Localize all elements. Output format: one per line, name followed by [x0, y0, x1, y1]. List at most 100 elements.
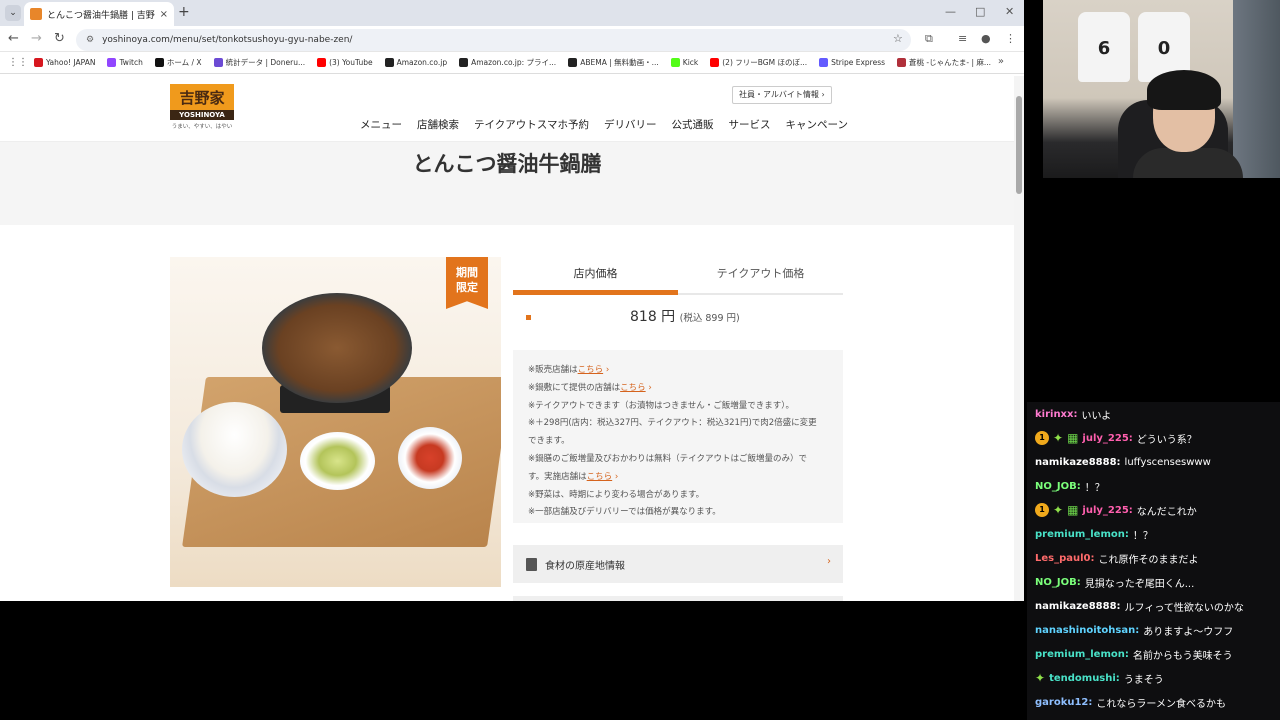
address-bar[interactable]: ⚙ yoshinoya.com/menu/set/tonkotsushoyu-g… [76, 29, 911, 51]
bookmark-item[interactable]: 蒼桃 -じゃんたま- | 麻... [897, 57, 991, 68]
recruit-link[interactable]: 社員・アルバイト情報 › [732, 86, 832, 104]
reload-icon[interactable]: ↻ [54, 31, 65, 46]
active-tab[interactable]: とんこつ醤油牛鍋膳 | 吉野家公式 × [24, 2, 174, 26]
bookmark-favicon-icon [568, 58, 578, 67]
bookmark-label: ABEMA | 無料動画・... [580, 58, 659, 67]
browser-window: ⌄ とんこつ醤油牛鍋膳 | 吉野家公式 × + — □ ✕ ← → ↻ ⚙ yo… [0, 0, 1024, 601]
bookmark-label: 統計データ | Doneru... [225, 58, 306, 67]
bookmark-favicon-icon [710, 58, 720, 67]
chat-text: どういう系？ [1136, 434, 1197, 446]
tab-strip: ⌄ とんこつ醤油牛鍋膳 | 吉野家公式 × + — □ ✕ [0, 0, 1024, 26]
nav-delivery[interactable]: デリバリー [604, 117, 657, 132]
bookmark-item[interactable]: Amazon.co.jp: プライ... [459, 57, 556, 68]
nabeshiki-link[interactable]: こちら [620, 383, 646, 393]
forward-icon[interactable]: → [31, 31, 42, 46]
bookmark-favicon-icon [317, 58, 327, 67]
tab-search-icon[interactable]: ⌄ [5, 5, 21, 21]
extensions-icon[interactable]: ⧉ [925, 32, 933, 46]
bookmark-item[interactable]: ABEMA | 無料動画・... [568, 57, 659, 68]
chat-username[interactable]: garoku12: [1035, 697, 1092, 708]
badge-line-1: 期間 [456, 266, 478, 279]
chat-username[interactable]: tendomushi: [1049, 673, 1120, 684]
note-1-text: ※販売店舗は [528, 365, 578, 375]
product-photo: 期間 限定 [170, 257, 501, 587]
bookmarks-bar: ⋮⋮ Yahoo! JAPAN Twitch ホーム / X 統計データ | Done… [0, 52, 1024, 74]
bookmark-item[interactable]: ホーム / X [154, 57, 202, 68]
bookmark-star-icon[interactable]: ☆ [893, 32, 903, 45]
chat-text: luffyscenseswww [1124, 456, 1211, 468]
chat-text: いいよ [1081, 410, 1112, 422]
chat-message: garoku12: これならラーメン食べるかも [1035, 690, 1226, 714]
curtain-shape [1233, 0, 1280, 178]
chevron-right-icon: › [605, 365, 610, 375]
note-2-text: ※鍋敷にて提供の店舗は [528, 382, 621, 393]
tab-close-icon[interactable]: × [160, 9, 168, 20]
new-tab-icon[interactable]: + [178, 4, 190, 20]
bookmark-favicon-icon [897, 58, 907, 67]
bookmark-item[interactable]: Twitch [107, 57, 143, 68]
chat-username[interactable]: NO_JOB: [1035, 481, 1081, 492]
tab-takeout-price[interactable]: テイクアウト価格 [678, 257, 843, 295]
webcam-overlay: 6 0 [1043, 0, 1280, 178]
ingredient-origin-button[interactable]: 食材の原産地情報 › [513, 545, 843, 583]
web-page: 吉野家 YOSHINOYA うまい、やすい、はやい 社員・アルバイト情報 › メ… [0, 76, 1014, 601]
bookmark-item[interactable]: Yahoo! JAPAN [34, 57, 95, 68]
price-bullet-icon [526, 315, 531, 320]
rice-bowl-shape [182, 402, 287, 497]
nav-takeout[interactable]: テイクアウトスマホ予約 [474, 117, 589, 132]
bookmark-item[interactable]: (2) フリーBGM ほのぼ... [710, 57, 807, 68]
site-header: 吉野家 YOSHINOYA うまい、やすい、はやい 社員・アルバイト情報 › メ… [0, 76, 1014, 142]
page-scrollbar[interactable] [1014, 76, 1024, 601]
chat-username[interactable]: premium_lemon: [1035, 649, 1129, 660]
scroll-thumb[interactable] [1016, 96, 1022, 194]
maximize-icon[interactable]: □ [975, 5, 985, 18]
menu-kebab-icon[interactable]: ⋮ [1005, 32, 1016, 45]
more-bookmarks-icon[interactable]: » [998, 56, 1004, 67]
chat-username[interactable]: kirinxx: [1035, 409, 1077, 420]
nav-online-shop[interactable]: 公式通販 [671, 117, 713, 132]
chat-message: premium_lemon:！？ [1035, 522, 1153, 546]
bookmark-item[interactable]: Stripe Express [819, 57, 885, 68]
chat-username[interactable]: namikaze8888: [1035, 457, 1121, 468]
store-link[interactable]: こちら [578, 365, 604, 375]
bookmark-item[interactable]: Amazon.co.jp [384, 57, 447, 68]
bookmark-favicon-icon [213, 58, 223, 67]
site-info-icon[interactable]: ⚙ [86, 35, 94, 45]
chat-username[interactable]: premium_lemon: [1035, 529, 1129, 540]
sub-badge-icon: 1 [1035, 503, 1049, 517]
nav-store-search[interactable]: 店舗検索 [417, 117, 459, 132]
logo-tagline: うまい、やすい、はやい [171, 124, 233, 130]
chat-text: ！？ [1132, 530, 1153, 542]
chat-username[interactable]: NO_JOB: [1035, 577, 1081, 588]
tab-instore-price[interactable]: 店内価格 [513, 257, 678, 295]
close-window-icon[interactable]: ✕ [1005, 5, 1014, 18]
bookmark-item[interactable]: (3) YouTube [317, 57, 373, 68]
profile-avatar-icon[interactable]: ● [981, 32, 991, 45]
nav-service[interactable]: サービス [728, 117, 770, 132]
refill-store-link[interactable]: こちら [587, 472, 613, 482]
media-icon[interactable]: ≡ [958, 32, 967, 45]
chat-username[interactable]: july_225: [1082, 505, 1132, 516]
chat-message: ✦ tendomushi: うまそう [1035, 666, 1164, 690]
bookmark-item[interactable]: Kick [670, 57, 698, 68]
back-icon[interactable]: ← [8, 31, 19, 46]
chat-message: Les_paul0: これ原作そのままだよ [1035, 546, 1199, 570]
bookmark-item[interactable]: 統計データ | Doneru... [213, 57, 306, 68]
chat-username[interactable]: nanashinoitohsan: [1035, 625, 1139, 636]
yoshinoya-logo[interactable]: 吉野家 YOSHINOYA うまい、やすい、はやい [170, 84, 234, 132]
chat-text: これ原作そのままだよ [1098, 554, 1199, 566]
next-accordion-row[interactable] [513, 596, 843, 601]
apps-grid-icon[interactable]: ⋮⋮ [8, 57, 34, 68]
chat-text: なんだこれか [1136, 506, 1197, 518]
minimize-icon[interactable]: — [945, 5, 956, 18]
chat-message: kirinxx: いいよ [1035, 402, 1111, 426]
chat-username[interactable]: namikaze8888: [1035, 601, 1121, 612]
nav-menu[interactable]: メニュー [360, 117, 402, 132]
chat-username[interactable]: july_225: [1082, 433, 1132, 444]
chat-username[interactable]: Les_paul0: [1035, 553, 1095, 564]
sub-badge-icon: 1 [1035, 431, 1049, 445]
nav-campaign[interactable]: キャンペーン [785, 117, 847, 132]
streamer-hair-shape [1147, 70, 1221, 110]
document-icon [526, 557, 537, 571]
bookmark-label: Stripe Express [831, 58, 886, 67]
